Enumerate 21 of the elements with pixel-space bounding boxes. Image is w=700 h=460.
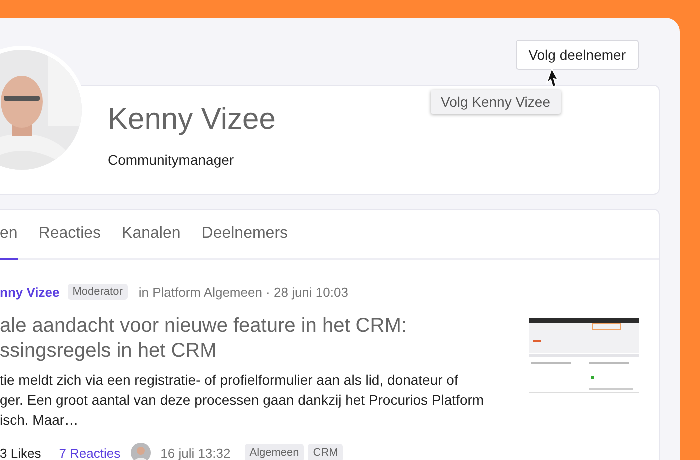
- post-excerpt-line: ger. Een groot aantal van deze processen gaan dankzij het Procurios Platform: [0, 391, 484, 410]
- tab[interactable]: Deelnemers: [202, 210, 288, 260]
- post-meta: in Platform Algemeen · 28 juni 10:03: [138, 284, 348, 300]
- post-title-line[interactable]: ale aandacht voor nieuwe feature in het CRM:: [0, 314, 407, 339]
- author-name[interactable]: nny Vizee: [0, 284, 60, 300]
- tab[interactable]: Reacties: [38, 210, 102, 260]
- tag[interactable]: Algemeen: [244, 444, 304, 460]
- post-date: 16 juli 13:32: [160, 446, 231, 460]
- role-tag: Moderator: [68, 284, 128, 300]
- post-title-line[interactable]: ssingsregels in het CRM: [0, 339, 217, 364]
- tag[interactable]: CRM: [308, 444, 344, 460]
- likes-count: 3 Likes: [0, 446, 42, 460]
- post-excerpt-line: isch. Maar…: [0, 411, 79, 430]
- tooltip: Volg Kenny Vizee: [431, 90, 560, 114]
- follow-button[interactable]: Volg deelnemer: [516, 40, 639, 70]
- comments-link[interactable]: 7 Reacties: [59, 446, 121, 460]
- tab[interactable]: Kanalen: [122, 210, 181, 260]
- tab[interactable]: en: [0, 210, 18, 260]
- profile-name: Kenny Vizee: [108, 102, 276, 138]
- profile-role: Communitymanager: [108, 152, 234, 168]
- post-excerpt-line: tie meldt zich via een registratie- of profielformulier aan als lid, donateur of: [0, 371, 458, 390]
